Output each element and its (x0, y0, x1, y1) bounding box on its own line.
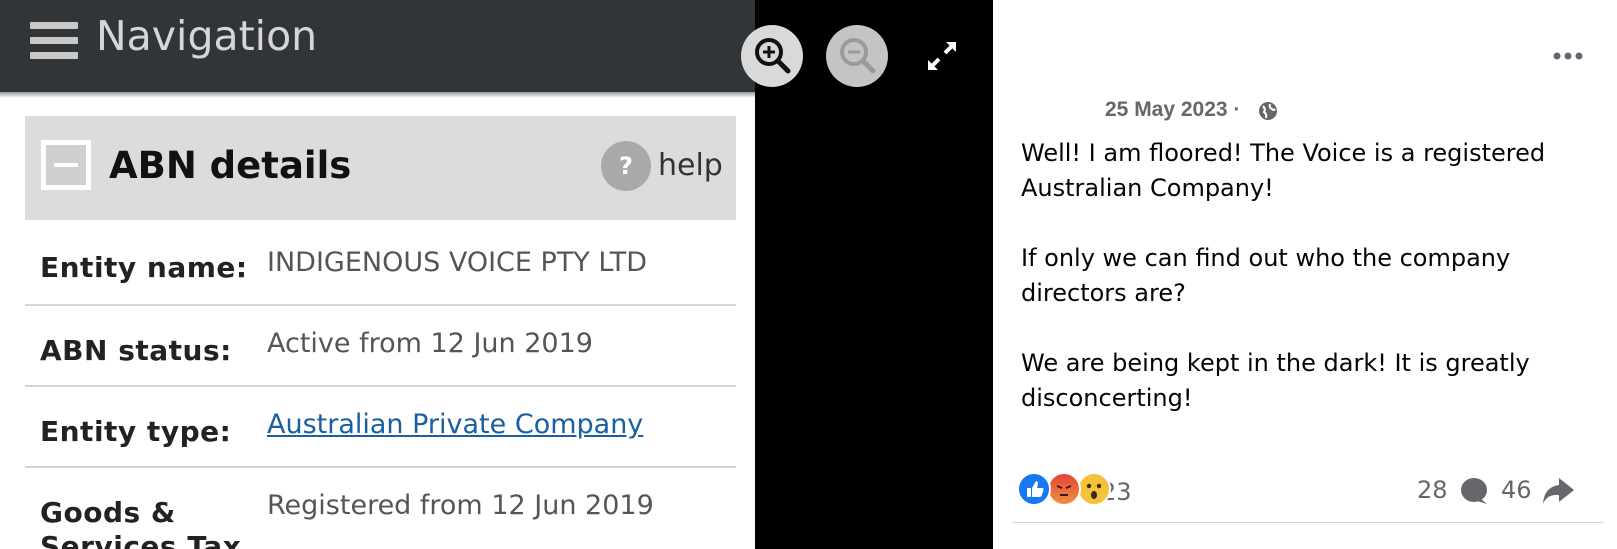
zoom-in-icon (755, 38, 791, 74)
abn-screenshot-image[interactable]: Navigation ABN details ? help Entity nam… (0, 0, 755, 549)
navigation-title: Navigation (96, 12, 318, 60)
comment-count[interactable]: 28 (1417, 476, 1448, 504)
wow-reaction-icon (1077, 472, 1111, 506)
abn-details-header: ABN details ? help (25, 116, 736, 220)
zoom-in-button[interactable] (741, 25, 803, 87)
globe-icon (1259, 102, 1277, 120)
angry-reaction-icon (1047, 472, 1081, 506)
entity-type-link: Australian Private Company (267, 409, 644, 440)
share-icon[interactable] (1541, 476, 1575, 506)
row-value: Active from 12 Jun 2019 (267, 328, 593, 359)
row-label: Goods & Services Tax (40, 496, 242, 549)
entity-name-row: Entity name: INDIGENOUS VOICE PTY LTD (25, 225, 736, 306)
help-icon: ? (601, 141, 651, 191)
zoom-out-button[interactable] (826, 25, 888, 87)
fullscreen-button[interactable] (922, 36, 962, 76)
collapse-icon (41, 140, 91, 190)
navbar-shadow (0, 92, 755, 98)
zoom-out-icon (840, 38, 876, 74)
help-label: help (658, 148, 723, 183)
site-navbar: Navigation (0, 0, 755, 92)
share-count[interactable]: 46 (1501, 476, 1532, 504)
section-title: ABN details (109, 144, 352, 187)
hamburger-icon (30, 22, 78, 60)
social-post: 25 May 2023 · Well! I am floored! The Vo… (993, 0, 1617, 549)
expand-icon (928, 42, 956, 70)
row-value: Registered from 12 Jun 2019 (267, 490, 654, 521)
post-paragraph: Well! I am floored! The Voice is a regis… (1021, 139, 1546, 202)
more-options-icon[interactable] (1548, 46, 1588, 66)
post-paragraph: If only we can find out who the company … (1021, 244, 1511, 307)
row-label: Entity name: (40, 251, 248, 284)
row-label: Entity type: (40, 415, 232, 448)
post-divider (1013, 522, 1603, 523)
post-timestamp[interactable]: 25 May 2023 · (1105, 98, 1240, 122)
like-reaction-icon (1017, 472, 1051, 506)
gst-row: Goods & Services Tax Registered from 12 … (25, 468, 736, 549)
entity-type-row: Entity type: Australian Private Company (25, 387, 736, 468)
row-label: ABN status: (40, 334, 232, 367)
post-text: Well! I am floored! The Voice is a regis… (1021, 136, 1581, 451)
comment-icon[interactable] (1459, 477, 1489, 505)
abn-status-row: ABN status: Active from 12 Jun 2019 (25, 306, 736, 387)
post-paragraph: We are being kept in the dark! It is gre… (1021, 349, 1530, 412)
row-value: INDIGENOUS VOICE PTY LTD (267, 247, 647, 278)
